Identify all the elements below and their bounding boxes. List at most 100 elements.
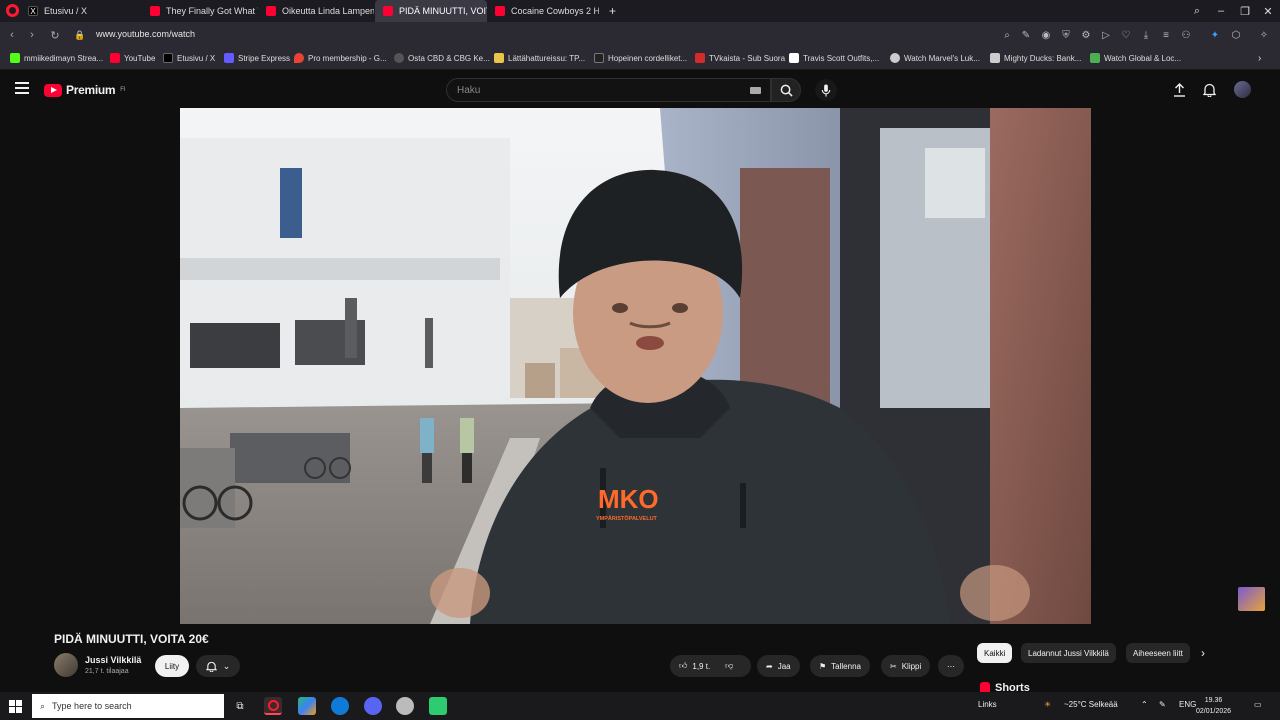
share-button[interactable]: ➦ Jaa [757,655,800,677]
opera-taskbar-icon[interactable] [264,697,282,715]
keyboard-icon[interactable] [750,87,761,94]
bookmark-kick[interactable]: mmiikedimayn Strea... [10,53,103,63]
bookmark-label: mmiikedimayn Strea... [24,53,104,63]
url-field[interactable]: www.youtube.com/watch [96,29,195,39]
tab-etusivu-x[interactable]: X Etusivu / X [20,0,140,22]
language-indicator[interactable]: ENG [1179,700,1196,709]
save-label: Tallenna [831,661,861,671]
shirt-logo-text: MKO [598,484,659,514]
links-toolbar[interactable]: Links [978,700,997,709]
search-icon[interactable]: ⌕ [1000,28,1014,42]
clock-date: 02/01/2026 [1196,708,1232,715]
search-button[interactable] [771,78,801,102]
video-player[interactable]: MKO YMPÄRISTÖPALVELUT [180,108,1091,624]
hamburger-menu-icon[interactable] [15,82,29,94]
user-avatar[interactable] [1234,81,1251,98]
edit-icon[interactable]: ✎ [1019,28,1033,42]
bookmark-travis[interactable]: Travis Scott Outfits,... [789,53,879,63]
bookmark-mighty-ducks[interactable]: Mighty Ducks: Bank... [990,53,1081,63]
nt-icon [594,53,604,63]
youtube-logo[interactable]: Premium FI [44,83,126,97]
task-view-icon[interactable]: ⧉ [231,697,249,715]
clock-time: 19.36 [1204,697,1223,704]
search-tabs-icon[interactable]: ⌕ [1185,0,1209,22]
bookmark-pro-membership[interactable]: Pro membership - G... [294,53,387,63]
save-button[interactable]: ⚑ Tallenna [810,655,870,677]
menu-icon[interactable]: ≡ [1159,28,1173,42]
logo-text: Premium [66,83,116,97]
new-tab-button[interactable]: + [601,0,621,22]
system-clock[interactable]: 19.36 02/01/2026 [1196,695,1231,717]
tab-label: Etusivu / X [44,6,88,16]
bookmark-stripe[interactable]: Stripe Express [224,53,290,63]
weather-icon[interactable]: ☀ [1044,700,1051,709]
bookmark-label: Watch Global & Loc... [1104,53,1182,63]
tab-active-video[interactable]: PIDÄ MINUUTTI, VOITA 20 [375,0,487,22]
tab-youtube-2[interactable]: Oikeutta Linda Lampeniu [258,0,374,22]
search-input[interactable]: Haku [446,78,771,102]
bookmark-hopeinen[interactable]: Hopeinen cordelliket... [594,53,687,63]
create-upload-icon[interactable] [1171,82,1187,98]
ai-icon[interactable]: ✧ [1257,28,1271,42]
bookmark-cbd[interactable]: Osta CBD & CBG Ke... [394,53,490,63]
close-window-icon[interactable]: ✕ [1256,0,1280,22]
opera-logo-icon[interactable] [6,4,19,17]
chip-all[interactable]: Kaikki [977,643,1013,663]
extension-icon[interactable]: ⚙ [1079,28,1093,42]
chip-related[interactable]: Aiheeseen liitt [1126,643,1190,663]
channel-name[interactable]: Jussi Vilkkilä [85,655,141,665]
back-icon[interactable]: ‹ [4,27,20,43]
aria-icon[interactable]: ✦ [1208,28,1222,42]
subscription-bell-button[interactable]: ⌄ [196,655,240,677]
bookmark-lattahattu[interactable]: Lättähattureissu: TP... [494,53,585,63]
lock-icon[interactable]: 🔒 [72,27,88,43]
chips-next-icon[interactable]: › [1194,643,1212,663]
app-taskbar-icon[interactable] [298,697,316,715]
notifications-bell-icon[interactable] [1201,82,1217,98]
app-grey-icon[interactable] [396,697,414,715]
profile-icon[interactable]: ⚇ [1179,28,1193,42]
youtube-icon [150,6,160,16]
like-count[interactable]: 1,9 t. [692,662,710,671]
pen-icon[interactable]: ✎ [1159,700,1166,709]
bookmark-watch-global[interactable]: Watch Global & Loc... [1090,53,1181,63]
cube-icon[interactable]: ⬡ [1229,28,1243,42]
reload-icon[interactable]: ↻ [47,27,63,43]
channel-avatar[interactable] [54,653,78,677]
hat-icon [494,53,504,63]
bookmark-label: Pro membership - G... [308,53,387,63]
app-green-icon[interactable] [429,697,447,715]
clip-button[interactable]: ✂ Klippi [881,655,931,677]
bookmark-label: Mighty Ducks: Bank... [1004,53,1082,63]
thumbs-down-icon[interactable]: 👎︎ [725,661,733,671]
download-icon[interactable]: ⤓ [1139,28,1153,42]
bookmark-label: Travis Scott Outfits,... [803,53,880,63]
restore-icon[interactable]: ❐ [1233,0,1257,22]
bookmark-youtube[interactable]: YouTube [110,53,155,63]
join-button[interactable]: Liity [155,655,189,677]
weather-text[interactable]: ~25°C Selkeää [1064,700,1118,709]
camera-icon[interactable]: ◉ [1039,28,1053,42]
tray-expand-icon[interactable]: ⌃ [1141,700,1148,709]
edge-icon[interactable] [331,697,349,715]
discord-icon[interactable] [364,697,382,715]
tab-youtube-4[interactable]: Cocaine Cowboys 2 Husti [487,0,599,22]
heart-icon[interactable]: ♡ [1119,28,1133,42]
tab-youtube-1[interactable]: They Finally Got What The [142,0,258,22]
bookmark-marvel[interactable]: Watch Marvel's Luk... [890,53,980,63]
shield-icon[interactable]: ⛨ [1059,28,1073,42]
side-thumbnail[interactable] [1238,587,1265,611]
more-actions-button[interactable]: ⋯ [938,655,964,677]
play-icon[interactable]: ▷ [1099,28,1113,42]
taskbar-search-input[interactable]: ⌕ Type here to search [32,694,224,718]
forward-icon[interactable]: › [24,27,40,43]
bookmark-x[interactable]: Etusivu / X [163,53,215,63]
bookmark-tvkaista[interactable]: TVkaista - Sub Suora [695,53,785,63]
notifications-icon[interactable]: ▭ [1254,700,1262,709]
chip-uploader[interactable]: Ladannut Jussi Vilkkilä [1021,643,1116,663]
windows-start-icon[interactable] [9,700,22,713]
minimize-icon[interactable]: – [1209,0,1233,22]
thumbs-up-icon[interactable]: 👍︎ [679,661,687,671]
bookmarks-overflow-icon[interactable]: › [1258,53,1261,64]
voice-search-button[interactable] [815,79,837,101]
